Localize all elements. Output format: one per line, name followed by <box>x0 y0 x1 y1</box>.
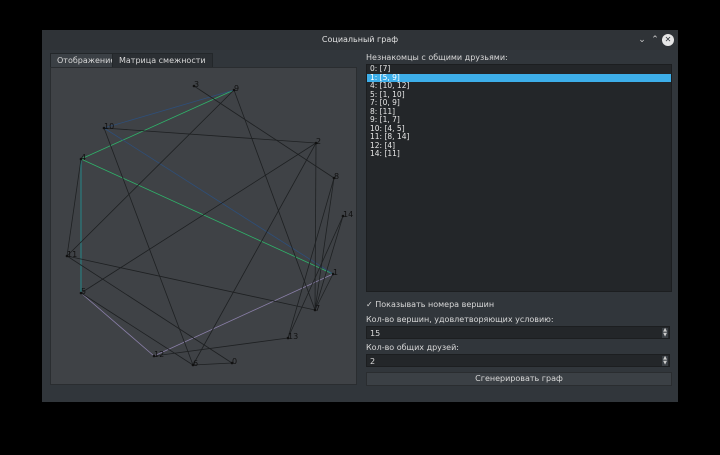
common-friends-spinbox[interactable]: 2 ▲ ▼ <box>366 354 670 367</box>
graph-edge <box>80 292 194 366</box>
graph-edge <box>193 85 335 179</box>
node-label: 7 <box>315 304 320 313</box>
node-label: 4 <box>81 153 86 162</box>
strangers-list[interactable]: 0: [7] 1: [5, 9] 4: [10, 12] 5: [1, 10] 7: [… <box>366 64 672 292</box>
vertex-count-label: Кол-во вершин, удовлетворяющих условию: <box>366 315 554 324</box>
list-item[interactable]: 4: [10, 12] <box>367 81 671 91</box>
node-label: 12 <box>154 350 164 359</box>
vertex-count-spinbox[interactable]: 15 ▲ ▼ <box>366 326 670 339</box>
minimize-icon[interactable]: ⌄ <box>636 34 648 46</box>
node-label: 6 <box>193 359 198 368</box>
graph-svg: 01234567891011121314 <box>65 80 353 368</box>
node-label: 5 <box>81 287 86 296</box>
list-item[interactable]: 11: [8, 14] <box>367 132 671 142</box>
spin-arrows-icon[interactable]: ▲ ▼ <box>662 356 668 366</box>
spin-arrows-icon[interactable]: ▲ ▼ <box>662 328 668 338</box>
graph-edge <box>66 158 82 257</box>
node-label: 13 <box>288 332 298 341</box>
list-item[interactable]: 7: [0, 9] <box>367 98 671 108</box>
show-numbers-label: Показывать номера вершин <box>375 300 495 309</box>
node-label: 9 <box>234 84 239 93</box>
list-item[interactable]: 1: [5, 9] <box>367 73 671 82</box>
graph-edge <box>233 89 316 311</box>
title-bar: Социальный граф ⌄ ⌃ ✕ <box>42 30 678 50</box>
node-label: 1 <box>333 268 338 277</box>
list-item[interactable]: 14: [11] <box>367 149 671 159</box>
graph-edge <box>192 362 233 366</box>
graph-edge <box>80 292 155 357</box>
list-item[interactable]: 12: [4] <box>367 141 671 151</box>
close-icon[interactable]: ✕ <box>662 34 674 46</box>
graph-edge <box>66 89 235 257</box>
graph-edge <box>103 127 317 144</box>
maximize-icon[interactable]: ⌃ <box>649 34 661 46</box>
node-label: 2 <box>316 137 321 146</box>
graph-edge <box>66 255 233 364</box>
node-label: 14 <box>343 210 353 219</box>
graph-edge <box>287 177 335 339</box>
list-item[interactable]: 8: [11] <box>367 107 671 117</box>
main-window: Социальный граф ⌄ ⌃ ✕ Отображение Матриц… <box>42 30 678 402</box>
tab-adjacency-matrix[interactable]: Матрица смежности <box>112 53 213 68</box>
node-label: 8 <box>334 172 339 181</box>
common-friends-label: Кол-во общих друзей: <box>366 343 459 352</box>
graph-edge <box>103 127 334 275</box>
list-item[interactable]: 5: [1, 10] <box>367 90 671 100</box>
list-item[interactable]: 9: [1, 7] <box>367 115 671 125</box>
generate-graph-button[interactable]: Сгенерировать граф <box>366 372 672 386</box>
common-friends-value: 2 <box>370 357 376 366</box>
graph-edge <box>66 255 316 311</box>
node-label: 0 <box>232 357 237 366</box>
node-label: 11 <box>67 250 77 259</box>
node-label: 10 <box>104 122 114 131</box>
vertex-count-value: 15 <box>370 329 381 338</box>
graph-edge <box>314 142 317 311</box>
window-title: Социальный граф <box>321 35 399 44</box>
strangers-label: Незнакомцы с общими друзьями: <box>366 53 508 62</box>
show-numbers-checkbox[interactable]: ✓ Показывать номера вершин <box>366 300 494 309</box>
list-item[interactable]: 10: [4, 5] <box>367 124 671 134</box>
node-label: 3 <box>194 80 199 89</box>
graph-canvas: 0 1 2 3 4 5 6 7 8 9 10 11 12 13 14 <box>50 67 357 385</box>
checkmark-icon: ✓ <box>366 300 373 309</box>
list-item[interactable]: 0: [7] <box>367 64 671 74</box>
